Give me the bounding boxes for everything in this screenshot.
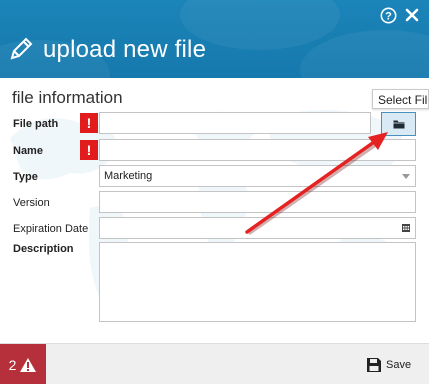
calendar-icon[interactable] (402, 224, 410, 232)
description-textarea[interactable] (99, 242, 416, 322)
dialog-header: ? upload new file (0, 0, 429, 78)
close-button[interactable] (402, 5, 422, 25)
question-circle-icon: ? (380, 7, 396, 23)
chevron-down-icon (402, 174, 410, 179)
select-file-button[interactable] (381, 112, 416, 136)
section-title: file information (12, 88, 123, 107)
name-input[interactable] (99, 139, 416, 161)
expiration-date-input[interactable] (99, 217, 416, 239)
warning-triangle-icon (20, 357, 37, 372)
dialog-footer: 2 Save (0, 343, 429, 384)
required-indicator: ! (80, 113, 98, 133)
type-select[interactable]: Marketing (99, 165, 416, 187)
dialog-title: upload new file (43, 36, 207, 63)
type-select-value: Marketing (104, 170, 153, 182)
error-badge[interactable]: 2 (0, 344, 46, 384)
version-input[interactable] (99, 191, 416, 213)
file-path-label: File path (13, 118, 59, 130)
expiration-date-label: Expiration Date (13, 223, 89, 235)
floppy-disk-icon (367, 358, 381, 372)
type-label: Type (13, 171, 38, 183)
svg-text:?: ? (385, 10, 392, 22)
pencil-icon (10, 37, 33, 60)
save-label: Save (386, 359, 412, 371)
error-count: 2 (8, 356, 17, 373)
required-indicator: ! (80, 140, 98, 160)
name-label: Name (13, 145, 43, 157)
file-path-input[interactable] (99, 112, 371, 134)
version-label: Version (13, 197, 50, 209)
select-file-tooltip: Select File (372, 89, 429, 109)
help-button[interactable]: ? (378, 5, 398, 25)
close-icon (405, 8, 419, 22)
folder-icon (393, 120, 404, 129)
description-label: Description (13, 243, 74, 255)
save-button[interactable]: Save (366, 353, 411, 377)
